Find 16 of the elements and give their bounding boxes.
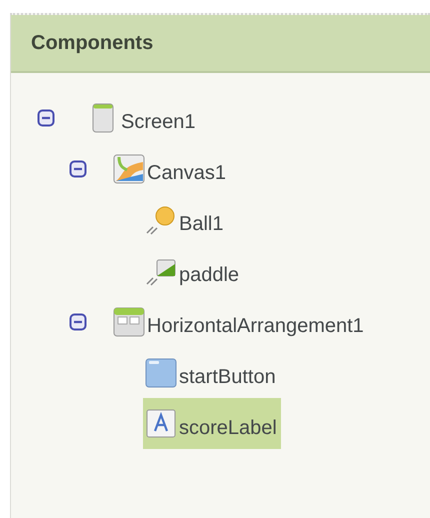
collapse-toggle[interactable] (69, 160, 87, 178)
tree-item[interactable]: startButton (143, 347, 280, 398)
tree-item[interactable]: Canvas1 (111, 143, 230, 194)
tree-item[interactable]: Ball1 (143, 194, 228, 245)
panel-title: Components (11, 15, 430, 73)
collapse-toggle[interactable] (69, 312, 87, 330)
ball-icon (145, 204, 177, 234)
tree-item[interactable]: scoreLabel (143, 398, 281, 449)
arrangement-icon (113, 306, 145, 336)
button-icon (145, 358, 177, 388)
tree-item[interactable]: HorizontalArrangement1 (111, 296, 368, 347)
canvas-icon (113, 154, 145, 184)
tree-item[interactable]: paddle (143, 245, 244, 296)
label-icon (145, 408, 177, 438)
collapse-toggle[interactable] (37, 108, 55, 126)
tree-item[interactable]: Screen1 (85, 92, 200, 143)
